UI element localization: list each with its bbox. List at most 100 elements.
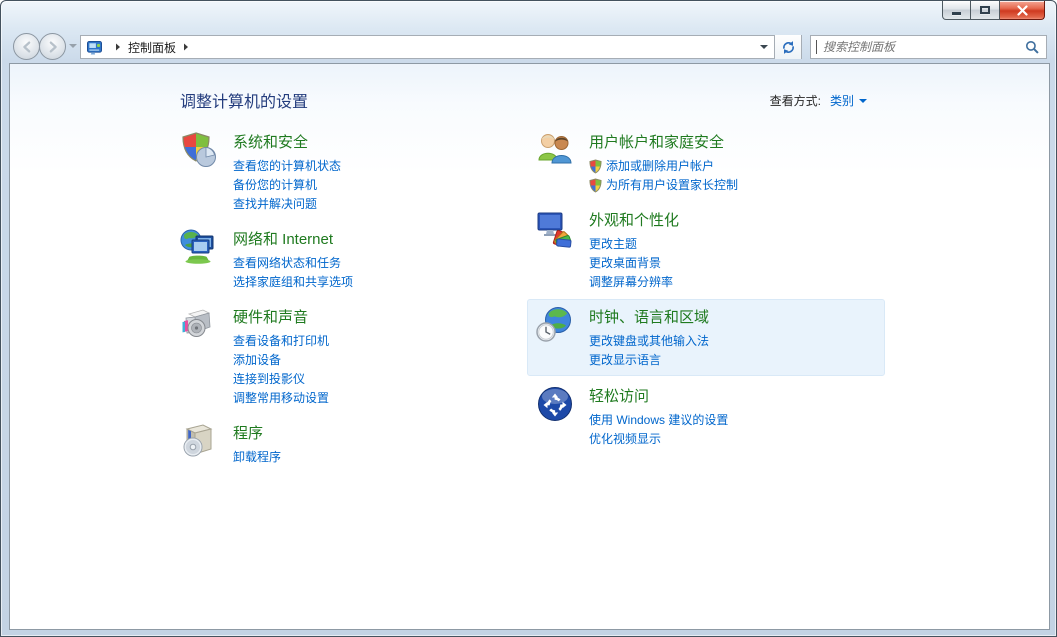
uac-shield-icon [589, 159, 602, 174]
category-title-programs[interactable]: 程序 [233, 422, 263, 443]
ease-of-access-icon[interactable] [535, 384, 575, 424]
task-link[interactable]: 更改显示语言 [589, 351, 709, 370]
category-text: 系统和安全查看您的计算机状态备份您的计算机查找并解决问题 [233, 130, 341, 214]
navigation-bar: 控制面板 [2, 31, 1055, 62]
content-area: 调整计算机的设置 查看方式: 类别 系统和安全查看您的计算机状态备份您的计算机查… [9, 63, 1050, 630]
view-by-label: 查看方式: [770, 92, 821, 109]
user-accounts-icon[interactable] [535, 130, 575, 170]
category-title-system-security[interactable]: 系统和安全 [233, 131, 308, 152]
control-panel-window: 控制面板 调整计算机的设置 [0, 0, 1057, 637]
task-link[interactable]: 优化视频显示 [589, 430, 728, 449]
uac-shield-icon [589, 178, 602, 193]
category-programs: 程序卸载程序 [179, 421, 529, 467]
category-text: 程序卸载程序 [233, 421, 281, 467]
window-controls [942, 1, 1045, 20]
category-grid: 系统和安全查看您的计算机状态备份您的计算机查找并解决问题网络和 Internet… [179, 130, 895, 480]
column-right: 用户帐户和家庭安全添加或删除用户帐户为所有用户设置家长控制外观和个性化更改主题更… [535, 130, 895, 480]
chevron-down-icon [760, 45, 768, 49]
maximize-icon [980, 6, 990, 14]
category-title-network-internet[interactable]: 网络和 Internet [233, 228, 333, 249]
maximize-button[interactable] [971, 1, 1000, 20]
task-link-label: 查看设备和打印机 [233, 332, 329, 351]
task-link-label: 更改显示语言 [589, 351, 661, 370]
task-link[interactable]: 添加或删除用户帐户 [589, 157, 738, 176]
view-by-control: 查看方式: 类别 [770, 92, 867, 109]
programs-icon[interactable] [179, 421, 219, 461]
task-link-label: 使用 Windows 建议的设置 [589, 411, 728, 430]
network-internet-icon[interactable] [179, 227, 219, 267]
task-link[interactable]: 使用 Windows 建议的设置 [589, 411, 728, 430]
category-title-user-accounts-family-safety[interactable]: 用户帐户和家庭安全 [589, 131, 724, 152]
category-title-clock-language-region[interactable]: 时钟、语言和区域 [589, 306, 709, 327]
task-link[interactable]: 调整常用移动设置 [233, 389, 329, 408]
task-link-label: 更改键盘或其他输入法 [589, 332, 709, 351]
category-text: 网络和 Internet 查看网络状态和任务选择家庭组和共享选项 [233, 227, 353, 292]
column-left: 系统和安全查看您的计算机状态备份您的计算机查找并解决问题网络和 Internet… [179, 130, 529, 480]
close-button[interactable] [1000, 1, 1045, 20]
task-link[interactable]: 连接到投影仪 [233, 370, 329, 389]
category-text: 硬件和声音查看设备和打印机添加设备连接到投影仪调整常用移动设置 [233, 305, 329, 408]
search-icon[interactable] [1025, 40, 1040, 55]
category-appearance-personalization: 外观和个性化更改主题更改桌面背景调整屏幕分辨率 [535, 208, 895, 292]
task-link-label: 调整屏幕分辨率 [589, 273, 673, 292]
task-link-label: 为所有用户设置家长控制 [606, 176, 738, 195]
task-link[interactable]: 卸载程序 [233, 448, 281, 467]
task-link[interactable]: 查看设备和打印机 [233, 332, 329, 351]
back-arrow-icon [20, 40, 34, 54]
category-user-accounts-family-safety: 用户帐户和家庭安全添加或删除用户帐户为所有用户设置家长控制 [535, 130, 895, 195]
chevron-down-icon [859, 99, 867, 103]
search-box [810, 35, 1047, 59]
category-title-appearance-personalization[interactable]: 外观和个性化 [589, 209, 679, 230]
refresh-button[interactable] [774, 35, 801, 59]
forward-arrow-icon [46, 40, 60, 54]
task-link[interactable]: 添加设备 [233, 351, 329, 370]
refresh-icon [781, 40, 796, 55]
category-ease-of-access: 轻松访问使用 Windows 建议的设置优化视频显示 [535, 384, 895, 449]
view-by-value: 类别 [830, 92, 854, 109]
breadcrumb-chevron-icon[interactable] [183, 43, 189, 51]
forward-button[interactable] [39, 33, 66, 60]
search-input[interactable] [817, 40, 1025, 54]
task-link[interactable]: 备份您的计算机 [233, 176, 341, 195]
category-text: 时钟、语言和区域更改键盘或其他输入法更改显示语言 [589, 305, 709, 370]
category-clock-language-region: 时钟、语言和区域更改键盘或其他输入法更改显示语言 [527, 299, 885, 376]
view-by-dropdown[interactable]: 类别 [830, 92, 867, 109]
task-link-label: 连接到投影仪 [233, 370, 305, 389]
task-link[interactable]: 为所有用户设置家长控制 [589, 176, 738, 195]
page-title: 调整计算机的设置 [180, 88, 308, 112]
appearance-icon[interactable] [535, 208, 575, 248]
clock-language-icon[interactable] [535, 305, 575, 345]
task-link[interactable]: 查看网络状态和任务 [233, 254, 353, 273]
task-link[interactable]: 更改主题 [589, 235, 679, 254]
control-panel-icon [86, 40, 103, 55]
task-link-label: 卸载程序 [233, 448, 281, 467]
category-text: 轻松访问使用 Windows 建议的设置优化视频显示 [589, 384, 728, 449]
task-link[interactable]: 更改键盘或其他输入法 [589, 332, 709, 351]
category-text: 用户帐户和家庭安全添加或删除用户帐户为所有用户设置家长控制 [589, 130, 738, 195]
breadcrumb-chevron-icon [115, 43, 121, 51]
minimize-button[interactable] [942, 1, 971, 20]
task-link[interactable]: 调整屏幕分辨率 [589, 273, 679, 292]
recent-pages-dropdown[interactable] [69, 44, 77, 48]
task-link[interactable]: 选择家庭组和共享选项 [233, 273, 353, 292]
task-link-label: 添加设备 [233, 351, 281, 370]
category-text: 外观和个性化更改主题更改桌面背景调整屏幕分辨率 [589, 208, 679, 292]
task-link-label: 更改主题 [589, 235, 637, 254]
breadcrumb-control-panel[interactable]: 控制面板 [128, 39, 176, 56]
category-system-security: 系统和安全查看您的计算机状态备份您的计算机查找并解决问题 [179, 130, 529, 214]
task-link[interactable]: 更改桌面背景 [589, 254, 679, 273]
system-security-icon[interactable] [179, 130, 219, 170]
address-dropdown-button[interactable] [754, 36, 774, 58]
address-bar[interactable]: 控制面板 [80, 35, 802, 59]
task-link[interactable]: 查找并解决问题 [233, 195, 341, 214]
category-title-ease-of-access[interactable]: 轻松访问 [589, 385, 649, 406]
task-link-label: 优化视频显示 [589, 430, 661, 449]
category-hardware-sound: 硬件和声音查看设备和打印机添加设备连接到投影仪调整常用移动设置 [179, 305, 529, 408]
task-link-label: 查看网络状态和任务 [233, 254, 341, 273]
category-title-hardware-sound[interactable]: 硬件和声音 [233, 306, 308, 327]
back-button[interactable] [13, 33, 40, 60]
task-link-label: 备份您的计算机 [233, 176, 317, 195]
task-link-label: 查找并解决问题 [233, 195, 317, 214]
task-link[interactable]: 查看您的计算机状态 [233, 157, 341, 176]
hardware-sound-icon[interactable] [179, 305, 219, 345]
